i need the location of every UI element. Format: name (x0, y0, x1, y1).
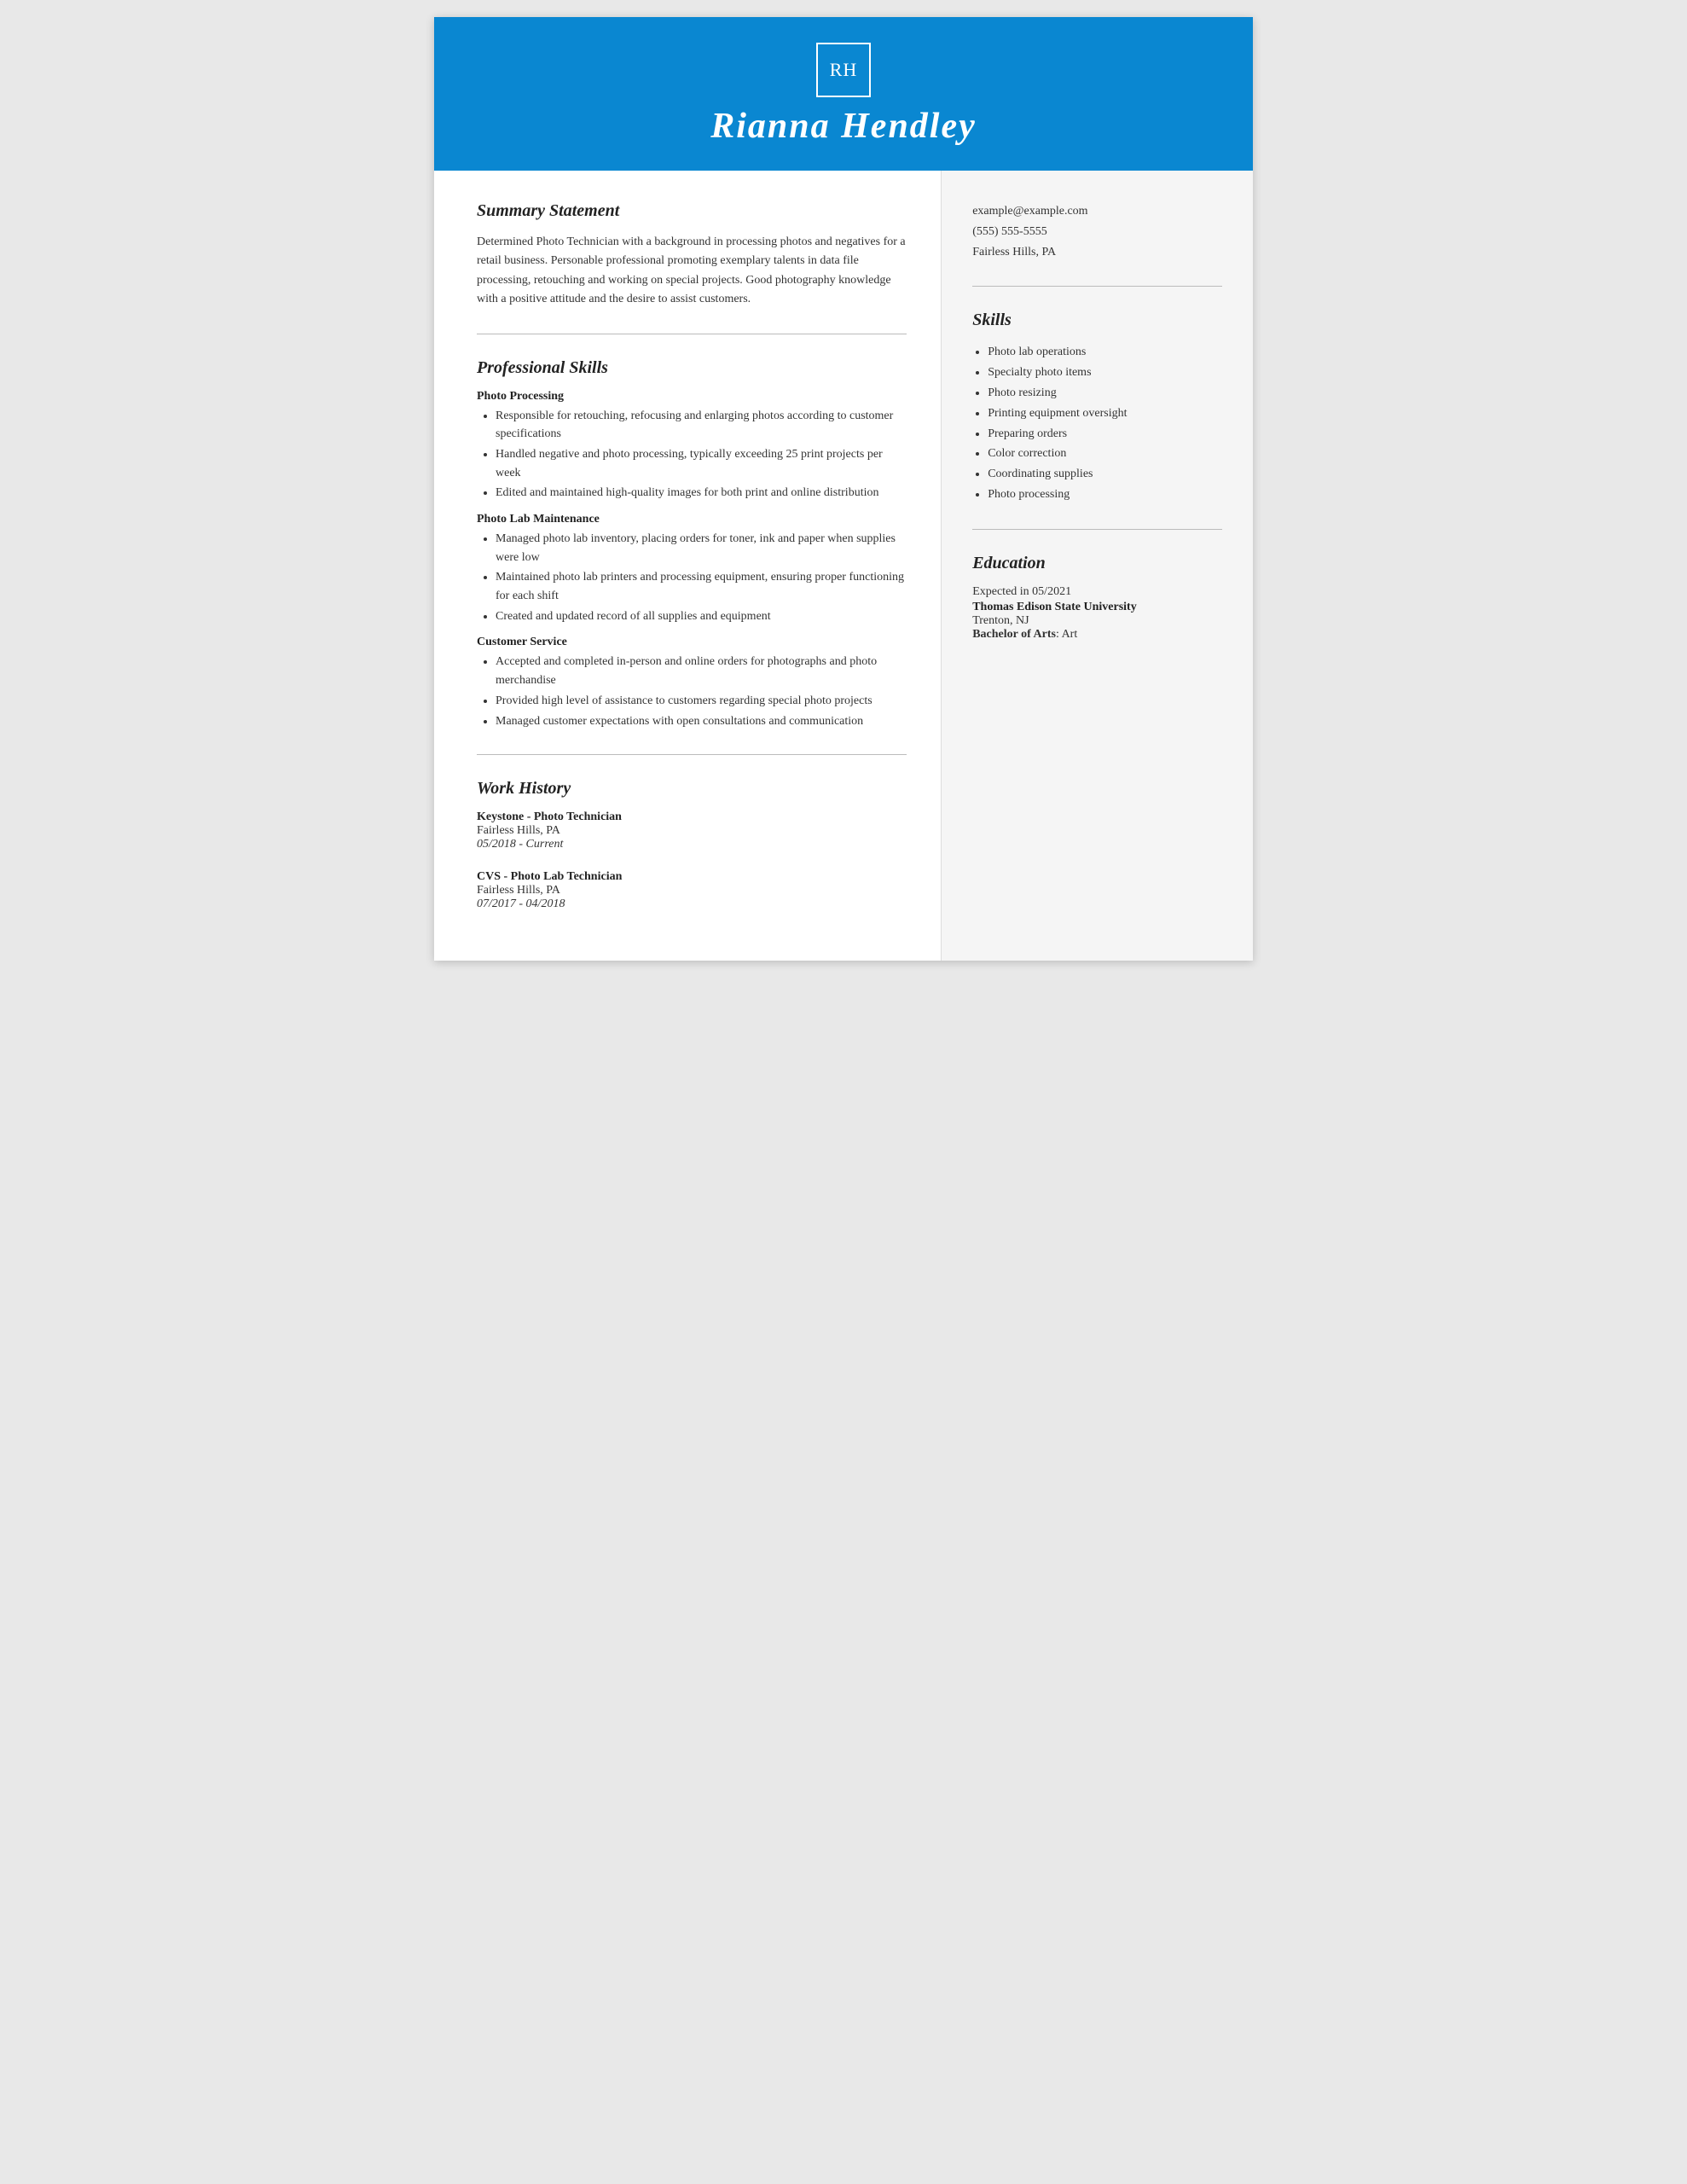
skills-list: Photo lab operations Specialty photo ite… (972, 342, 1222, 504)
skill-category-customer-service: Customer Service (477, 636, 907, 649)
work-entry-cvs: CVS - Photo Lab Technician Fairless Hill… (477, 870, 907, 911)
education-degree: Bachelor of Arts: Art (972, 628, 1222, 642)
divider-3 (972, 286, 1222, 287)
education-location: Trenton, NJ (972, 614, 1222, 628)
job-location-cvs: Fairless Hills, PA (477, 884, 907, 897)
summary-section: Summary Statement Determined Photo Techn… (477, 201, 907, 310)
job-title-keystone: Keystone - Photo Technician (477, 810, 907, 824)
list-item: Maintained photo lab printers and proces… (496, 568, 907, 605)
right-column: example@example.com (555) 555-5555 Fairl… (942, 171, 1253, 961)
education-degree-label: Bachelor of Arts (972, 628, 1056, 641)
list-item: Photo processing (988, 485, 1222, 505)
body-layout: Summary Statement Determined Photo Techn… (434, 171, 1253, 961)
skill-list-photo-processing: Responsible for retouching, refocusing a… (477, 407, 907, 502)
education-expected: Expected in 05/2021 (972, 585, 1222, 599)
job-title-cvs: CVS - Photo Lab Technician (477, 870, 907, 884)
list-item: Provided high level of assistance to cus… (496, 692, 907, 711)
resume-document: RH Rianna Hendley Summary Statement Dete… (434, 17, 1253, 961)
summary-text: Determined Photo Technician with a backg… (477, 233, 907, 310)
skill-list-customer-service: Accepted and completed in-person and onl… (477, 653, 907, 730)
list-item: Created and updated record of all suppli… (496, 607, 907, 626)
list-item: Photo resizing (988, 383, 1222, 404)
list-item: Accepted and completed in-person and onl… (496, 653, 907, 689)
professional-skills-title: Professional Skills (477, 358, 907, 378)
professional-skills-section: Professional Skills Photo Processing Res… (477, 358, 907, 731)
education-section: Education Expected in 05/2021 Thomas Edi… (972, 554, 1222, 642)
skill-list-lab-maintenance: Managed photo lab inventory, placing ord… (477, 530, 907, 625)
header-section: RH Rianna Hendley (434, 17, 1253, 171)
monogram-box: RH (816, 43, 871, 97)
list-item: Photo lab operations (988, 342, 1222, 363)
list-item: Specialty photo items (988, 363, 1222, 383)
divider-4 (972, 529, 1222, 530)
list-item: Color correction (988, 444, 1222, 464)
education-school: Thomas Edison State University (972, 601, 1222, 614)
contact-location: Fairless Hills, PA (972, 242, 1222, 263)
list-item: Handled negative and photo processing, t… (496, 445, 907, 482)
skills-title: Skills (972, 311, 1222, 330)
summary-title: Summary Statement (477, 201, 907, 221)
work-entry-keystone: Keystone - Photo Technician Fairless Hil… (477, 810, 907, 851)
work-history-section: Work History Keystone - Photo Technician… (477, 779, 907, 911)
list-item: Printing equipment oversight (988, 404, 1222, 424)
contact-email: example@example.com (972, 201, 1222, 222)
education-title: Education (972, 554, 1222, 573)
divider-2 (477, 754, 907, 755)
job-location-keystone: Fairless Hills, PA (477, 824, 907, 838)
contact-phone: (555) 555-5555 (972, 222, 1222, 242)
left-column: Summary Statement Determined Photo Techn… (434, 171, 942, 961)
list-item: Edited and maintained high-quality image… (496, 484, 907, 502)
list-item: Managed photo lab inventory, placing ord… (496, 530, 907, 566)
skill-category-photo-processing: Photo Processing (477, 390, 907, 404)
job-dates-keystone: 05/2018 - Current (477, 838, 907, 851)
work-history-title: Work History (477, 779, 907, 799)
education-degree-field: Art (1062, 628, 1078, 641)
list-item: Preparing orders (988, 424, 1222, 444)
list-item: Coordinating supplies (988, 464, 1222, 485)
list-item: Responsible for retouching, refocusing a… (496, 407, 907, 444)
job-dates-cvs: 07/2017 - 04/2018 (477, 897, 907, 911)
skills-section: Skills Photo lab operations Specialty ph… (972, 311, 1222, 504)
skill-category-lab-maintenance: Photo Lab Maintenance (477, 513, 907, 526)
candidate-name: Rianna Hendley (451, 106, 1236, 147)
list-item: Managed customer expectations with open … (496, 712, 907, 731)
contact-section: example@example.com (555) 555-5555 Fairl… (972, 201, 1222, 262)
